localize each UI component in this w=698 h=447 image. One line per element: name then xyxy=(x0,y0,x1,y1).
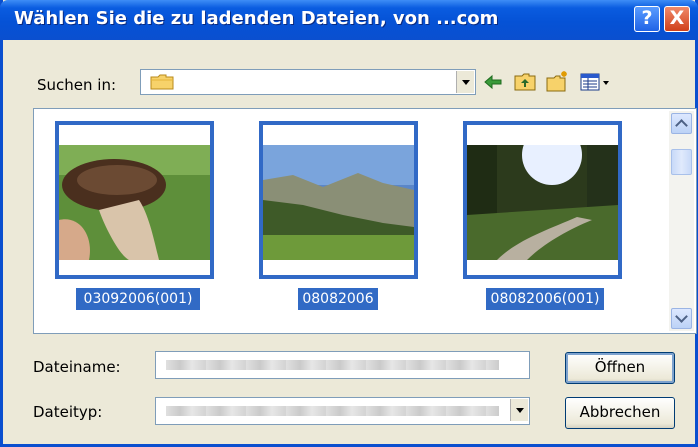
filename-label: Dateiname: xyxy=(33,358,121,376)
look-in-combo[interactable] xyxy=(140,69,476,95)
look-in-label: Suchen in: xyxy=(37,76,117,94)
cancel-button[interactable]: Abbrechen xyxy=(565,397,675,429)
filename-input[interactable] xyxy=(155,351,530,379)
title-bar[interactable]: Wählen Sie die zu ladenden Dateien, von … xyxy=(0,0,698,40)
open-button[interactable]: Öffnen xyxy=(565,352,675,384)
mountain-photo xyxy=(263,145,414,260)
file-name-label[interactable]: 08082006 xyxy=(298,288,378,310)
file-name-label[interactable]: 08082006(001) xyxy=(486,288,604,310)
scroll-down-button[interactable] xyxy=(671,308,692,329)
chevron-up-icon xyxy=(675,119,688,132)
view-menu-icon[interactable] xyxy=(579,70,611,94)
window-title: Wählen Sie die zu ladenden Dateien, von … xyxy=(14,8,499,29)
file-thumbnail[interactable] xyxy=(259,121,418,279)
file-name-label[interactable]: 03092006(001) xyxy=(76,288,200,310)
scroll-up-button[interactable] xyxy=(671,113,692,134)
filetype-dropdown-arrow[interactable] xyxy=(510,399,528,421)
up-folder-icon[interactable] xyxy=(513,70,537,94)
file-list[interactable]: 03092006(001) 08082006 08082006(001) xyxy=(33,108,697,334)
look-in-dropdown-arrow[interactable] xyxy=(456,71,474,93)
blurred-text xyxy=(166,406,499,416)
mushroom-photo xyxy=(59,145,210,260)
help-button[interactable]: ? xyxy=(634,6,660,32)
scroll-thumb[interactable] xyxy=(671,149,692,175)
blurred-text xyxy=(166,360,499,370)
forest-road-photo xyxy=(467,145,618,260)
folder-icon xyxy=(150,74,174,90)
close-button[interactable]: X xyxy=(664,6,690,32)
file-thumbnail[interactable] xyxy=(55,121,214,279)
new-folder-icon[interactable] xyxy=(545,70,569,94)
file-thumbnail[interactable] xyxy=(463,121,622,279)
filetype-select[interactable] xyxy=(155,397,530,425)
filetype-label: Dateityp: xyxy=(33,403,103,421)
back-arrow-icon[interactable] xyxy=(481,70,505,94)
vertical-scrollbar[interactable] xyxy=(669,111,694,331)
chevron-down-icon xyxy=(675,310,688,323)
file-open-dialog: Wählen Sie die zu ladenden Dateien, von … xyxy=(0,0,698,447)
